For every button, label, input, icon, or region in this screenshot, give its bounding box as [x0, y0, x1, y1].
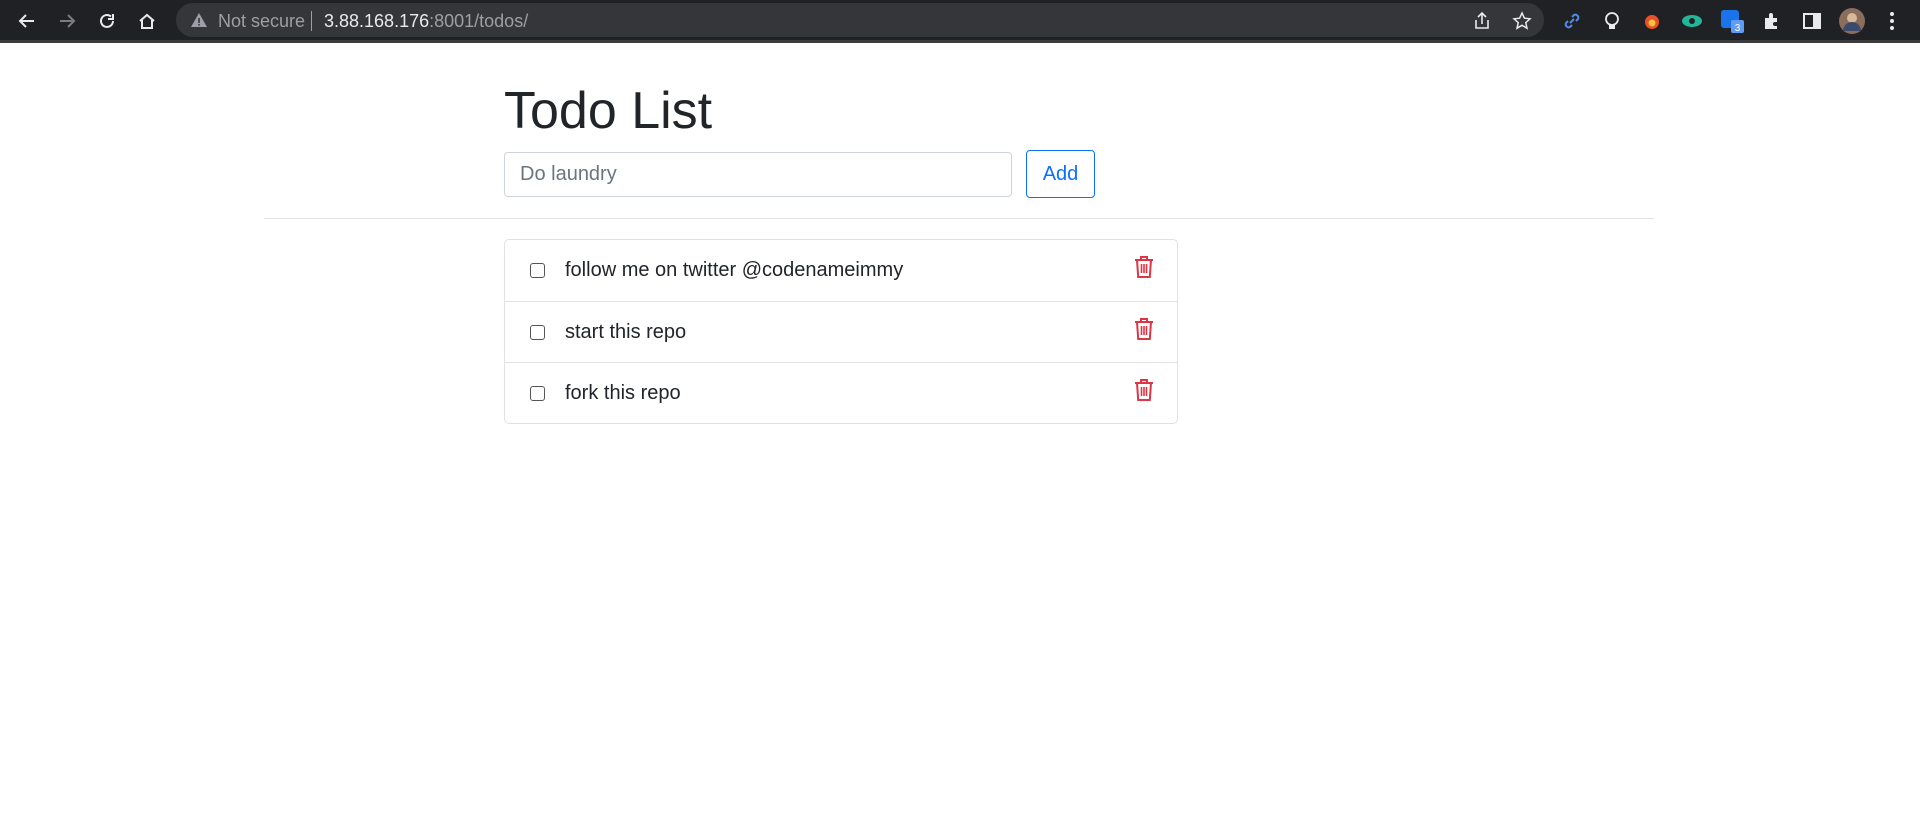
badge-extension-icon[interactable]: 3: [1718, 7, 1746, 35]
side-panel-icon[interactable]: [1798, 7, 1826, 35]
home-icon[interactable]: [131, 5, 163, 37]
todo-list: follow me on twitter @codenameimmy start…: [504, 239, 1178, 424]
todo-checkbox[interactable]: [530, 263, 545, 278]
trash-icon[interactable]: [1133, 317, 1155, 341]
list-item: follow me on twitter @codenameimmy: [505, 240, 1177, 301]
extension-badge-count: 3: [1735, 23, 1741, 34]
bulb-extension-icon[interactable]: [1598, 7, 1626, 35]
profile-avatar[interactable]: [1838, 7, 1866, 35]
share-icon[interactable]: [1470, 9, 1494, 33]
toolbar-border: [0, 40, 1920, 43]
page-title: Todo List: [504, 82, 713, 140]
todo-checkbox[interactable]: [530, 386, 545, 401]
reload-icon[interactable]: [91, 5, 123, 37]
list-item: fork this repo: [505, 362, 1177, 423]
todo-label: start this repo: [565, 321, 687, 343]
divider: [311, 11, 312, 31]
list-item: start this repo: [505, 301, 1177, 362]
security-label: Not secure: [218, 11, 306, 31]
link-extension-icon[interactable]: [1558, 7, 1586, 35]
forward-arrow-icon[interactable]: [51, 5, 83, 37]
url-path: :8001/todos/: [429, 11, 529, 31]
back-arrow-icon[interactable]: [11, 5, 43, 37]
bookmark-star-icon[interactable]: [1510, 9, 1534, 33]
warning-icon[interactable]: [190, 11, 208, 29]
address-bar[interactable]: Not secure 3.88.168.176:8001/todos/: [176, 3, 1544, 37]
menu-kebab-icon[interactable]: [1878, 7, 1906, 35]
fire-extension-icon[interactable]: [1638, 7, 1666, 35]
eye-extension-icon[interactable]: [1678, 7, 1706, 35]
todo-label: follow me on twitter @codenameimmy: [565, 259, 904, 281]
todo-input[interactable]: [504, 152, 1012, 197]
todo-label: fork this repo: [565, 382, 681, 404]
trash-icon[interactable]: [1133, 378, 1155, 402]
url-text[interactable]: 3.88.168.176:8001/todos/: [324, 11, 528, 32]
browser-toolbar: Not secure 3.88.168.176:8001/todos/ 3: [0, 0, 1920, 42]
url-host: 3.88.168.176: [324, 11, 430, 31]
divider: [264, 218, 1654, 219]
todo-checkbox[interactable]: [530, 325, 545, 340]
trash-icon[interactable]: [1133, 255, 1155, 279]
add-button[interactable]: Add: [1026, 150, 1095, 198]
puzzle-extensions-icon[interactable]: [1758, 7, 1786, 35]
